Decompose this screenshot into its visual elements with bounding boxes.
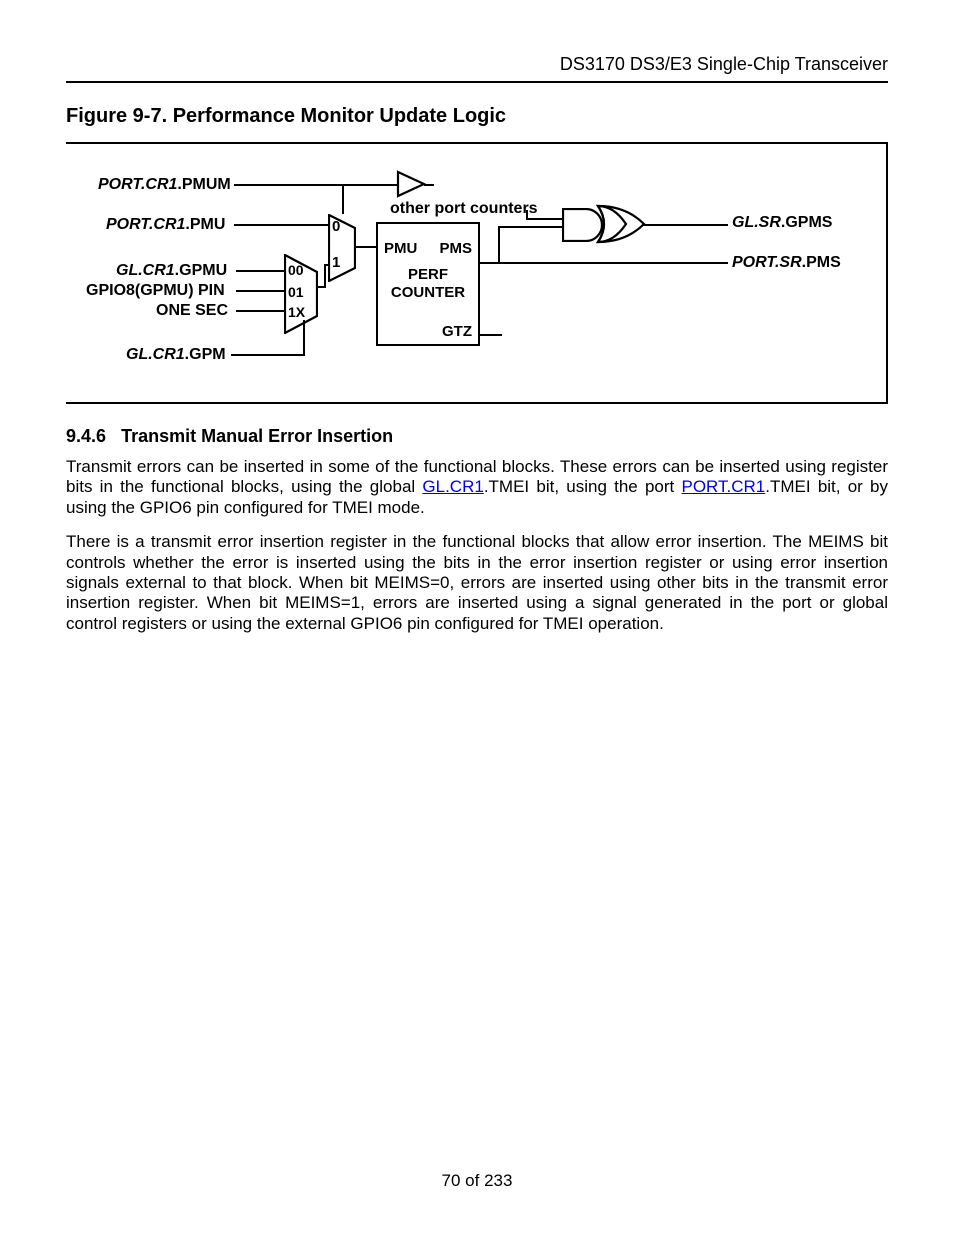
- mux-2to1: 0 1: [328, 214, 356, 282]
- figure-diagram: PORT.CR1.PMUM PORT.CR1.PMU GL.CR1.GPMU G…: [66, 142, 888, 404]
- label-gpio8: GPIO8(GPMU) PIN: [86, 282, 225, 300]
- page-footer: 70 of 233: [0, 1171, 954, 1191]
- label-onesec: ONE SEC: [156, 302, 228, 320]
- link-portcr1[interactable]: PORT.CR1: [682, 477, 766, 496]
- link-glcr1[interactable]: GL.CR1: [422, 477, 483, 496]
- section-heading: 9.4.6 Transmit Manual Error Insertion: [66, 426, 888, 447]
- label-gpm: GL.CR1.GPM: [126, 346, 226, 364]
- or-gate-icon: [596, 204, 646, 249]
- paragraph-2: There is a transmit error insertion regi…: [66, 532, 888, 634]
- figure-caption: Figure 9-7. Performance Monitor Update L…: [66, 105, 888, 128]
- label-other-counters: other port counters: [390, 200, 538, 218]
- label-gpmu: GL.CR1.GPMU: [116, 262, 227, 280]
- label-pmu: PORT.CR1.PMU: [106, 216, 225, 234]
- edge-detector-icon: [396, 170, 426, 203]
- label-gpms: GL.SR.GPMS: [732, 214, 832, 232]
- label-pmum: PORT.CR1.PMUM: [98, 176, 231, 194]
- mux-4to1: 00 01 1X: [284, 254, 318, 334]
- label-port-pms: PORT.SR.PMS: [732, 254, 841, 272]
- paragraph-1: Transmit errors can be inserted in some …: [66, 457, 888, 518]
- perf-counter-box: PMU PMS PERF COUNTER GTZ: [376, 222, 480, 346]
- page-header: DS3170 DS3/E3 Single-Chip Transceiver: [66, 54, 888, 83]
